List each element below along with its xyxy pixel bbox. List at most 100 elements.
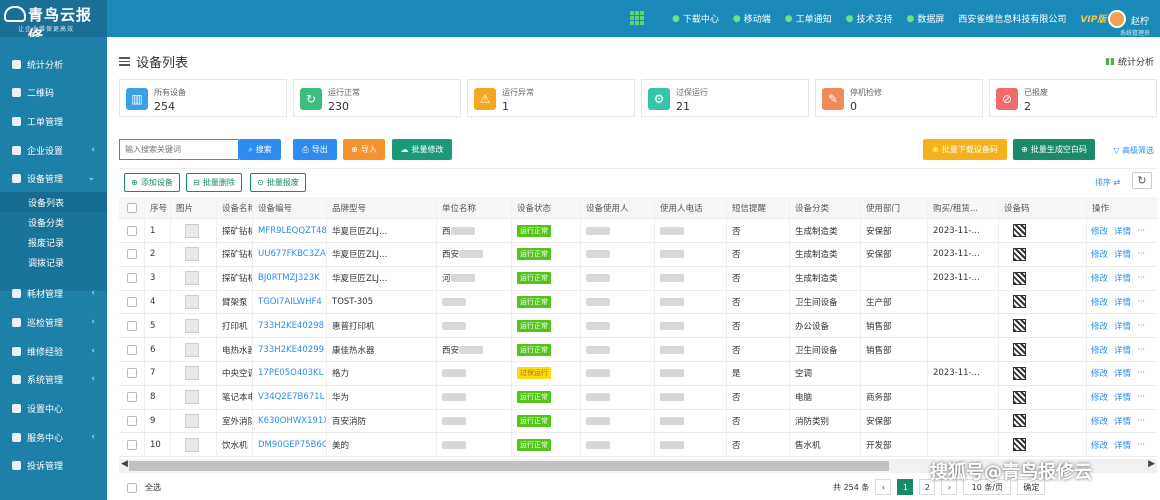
device-image[interactable] [185,413,199,428]
add-device-button[interactable]: ⊕ 添加设备 [124,173,180,192]
qr-code-icon[interactable] [1013,319,1026,333]
edit-link[interactable]: 修改 [1091,248,1108,260]
table-cell[interactable] [119,242,145,266]
table-cell[interactable]: MFR9LEQQZT48 [253,219,327,242]
table-cell[interactable] [119,409,145,433]
detail-link[interactable]: 详情 [1114,248,1131,260]
more-icon[interactable]: ··· [1137,368,1145,378]
detail-link[interactable]: 详情 [1114,344,1131,356]
batch-blank-button[interactable]: ⊕ 批量生成空白码 [1013,139,1095,160]
detail-link[interactable]: 详情 [1114,391,1131,403]
search-button[interactable]: ⌕ 搜索 [239,139,281,160]
table-cell[interactable]: 733H2KE40299 [253,338,327,361]
edit-link[interactable]: 修改 [1091,439,1108,451]
more-icon[interactable]: ··· [1137,416,1145,426]
sidebar-item-8[interactable]: 系统管理 ‹ [0,367,107,391]
detail-link[interactable]: 详情 [1114,296,1131,308]
batch-download-button[interactable]: ⊕ 批量下载设备码 [923,139,1007,160]
row-checkbox[interactable] [127,344,137,355]
detail-link[interactable]: 详情 [1114,415,1131,427]
qr-code-icon[interactable] [1013,247,1026,261]
topnav-item-3[interactable]: ● 技术支持 [846,12,893,26]
stat-card-5[interactable]: ⊘ 已报废 2 [989,79,1157,117]
row-checkbox[interactable] [127,320,137,331]
table-cell[interactable]: K630OHWX191X [253,409,327,433]
row-checkbox[interactable] [127,439,137,450]
table-row[interactable]: 10 饮水机 DM90GEP75B6C 美的 运行正常 否 售水机 开发部 修改 详情 ··· [119,433,1157,458]
table-cell[interactable]: 733H2KE40298 [253,314,327,338]
advanced-filter-link[interactable]: ▽ 高级筛选 [1113,145,1154,156]
table-cell[interactable] [119,314,145,338]
table-cell[interactable] [119,266,145,290]
device-code-link[interactable]: UU677FKBC3ZA [258,249,326,259]
submenu-item-1[interactable]: 设备分类 [0,212,107,232]
topnav-item-0[interactable]: ● 下载中心 [672,12,719,26]
table-cell[interactable] [119,290,145,314]
sidebar-item-5[interactable]: 耗材管理 ‹ [0,281,107,305]
edit-link[interactable]: 修改 [1091,272,1108,284]
row-checkbox[interactable] [127,249,137,260]
stat-card-2[interactable]: ⚠ 运行异常 1 [467,79,635,117]
qr-code-icon[interactable] [1013,366,1026,380]
device-image[interactable] [185,271,199,286]
scrollbar-thumb[interactable] [129,461,889,471]
row-checkbox[interactable] [127,225,137,236]
qr-code-icon[interactable] [1013,438,1026,452]
table-cell[interactable]: 17PE05O403KL [253,361,327,385]
qr-code-icon[interactable] [1013,343,1026,356]
import-button[interactable]: ⊕ 导入 [343,139,385,160]
more-icon[interactable]: ··· [1137,226,1145,236]
detail-link[interactable]: 详情 [1114,367,1131,379]
row-checkbox[interactable] [127,296,137,307]
qr-code-icon[interactable] [1013,295,1026,309]
more-icon[interactable]: ··· [1137,249,1145,259]
more-icon[interactable]: ··· [1137,392,1145,402]
export-button[interactable]: ⎙ 导出 [293,139,337,160]
table-cell[interactable] [119,361,145,385]
table-cell[interactable] [119,219,145,242]
device-image[interactable] [185,366,199,381]
brand-logo[interactable]: 青鸟云报修 让企业维保更高效 [0,0,107,45]
refresh-icon[interactable]: ↻ [1132,172,1152,189]
page-1-button[interactable]: 1 [897,479,914,495]
device-image[interactable] [185,437,199,452]
scroll-left-icon[interactable]: ◀ [121,459,128,469]
app-grid-icon[interactable] [630,11,644,25]
batch-delete-button[interactable]: ⊟ 批量删除 [186,173,242,192]
device-code-link[interactable]: 17PE05O403KL [258,368,323,378]
sidebar-item-10[interactable]: 服务中心 ‹ [0,425,107,449]
table-row[interactable]: 5 打印机 733H2KE40298 惠普打印机 运行正常 否 办公设备 销售部 修改 详情 ··· [119,314,1157,339]
search-input[interactable] [119,139,239,160]
table-row[interactable]: 9 室外消防栓 K630OHWX191X 百安消防 运行正常 否 消防类别 安保部 修改详情 ··… [119,409,1157,434]
table-cell[interactable]: BJ0RTMZJ323K [253,266,327,290]
more-icon[interactable]: ··· [1137,297,1145,307]
detail-link[interactable]: 详情 [1114,439,1131,451]
device-code-link[interactable]: TGOI7AILWHF4 [258,297,322,307]
sidebar-item-6[interactable]: 巡检管理 ‹ [0,310,107,334]
submenu-item-3[interactable]: 调拨记录 [0,252,107,272]
more-icon[interactable]: ··· [1137,321,1145,331]
submenu-item-0[interactable]: 设备列表 [0,192,107,212]
more-icon[interactable]: ··· [1137,440,1145,450]
topnav-item-4[interactable]: ● 数据屏 [907,12,945,26]
table-cell[interactable]: V34Q2E7B671L [253,385,327,409]
table-cell[interactable] [119,385,145,409]
avatar[interactable] [1108,10,1126,28]
edit-link[interactable]: 修改 [1091,225,1108,237]
device-image[interactable] [185,247,199,262]
edit-link[interactable]: 修改 [1091,415,1108,427]
device-image[interactable] [185,223,199,238]
detail-link[interactable]: 详情 [1114,225,1131,237]
sidebar-item-3[interactable]: 企业设置 ‹ [0,138,107,162]
scroll-right-icon[interactable]: ▶ [1148,459,1155,469]
device-image[interactable] [185,294,199,309]
header-checkbox-cell[interactable] [119,197,145,218]
topnav-item-1[interactable]: ● 移动端 [733,12,771,26]
stat-card-3[interactable]: ⚙ 过保运行 21 [641,79,809,117]
stat-link[interactable]: ▮▮ 统计分析 [1105,55,1154,69]
more-icon[interactable]: ··· [1137,273,1145,283]
stat-card-4[interactable]: ✎ 停机检修 0 [815,79,983,117]
device-code-link[interactable]: 733H2KE40299 [258,345,324,355]
user-name[interactable]: 赵柠 [1131,14,1149,27]
stat-card-1[interactable]: ↻ 运行正常 230 [293,79,461,117]
